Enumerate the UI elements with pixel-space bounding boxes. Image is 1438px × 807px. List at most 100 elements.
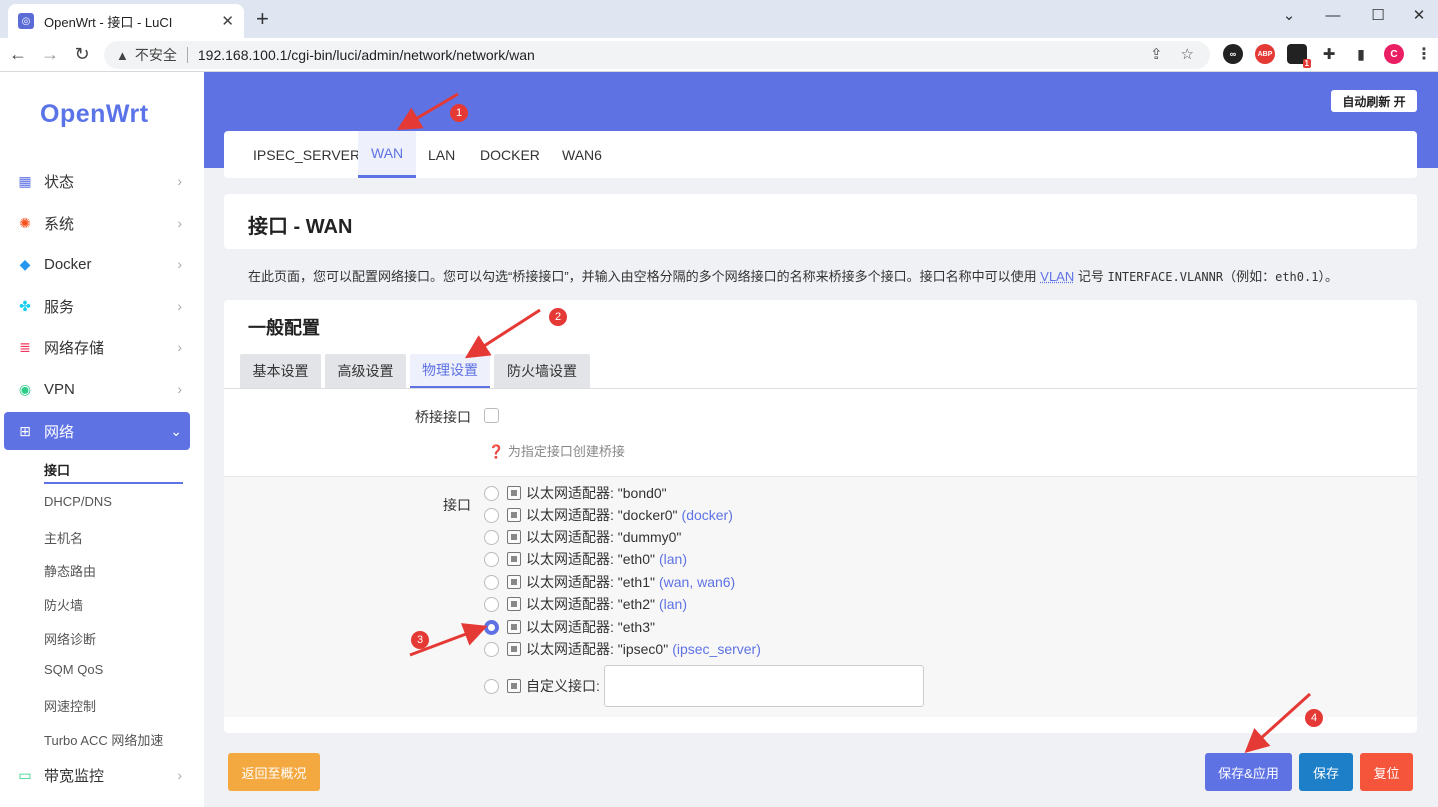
submenu-hostnames[interactable]: 主机名 xyxy=(44,528,83,547)
bridge-hint: ❓ 为指定接口创建桥接 xyxy=(488,441,625,460)
interface-tabs: IPSEC_SERVER WAN LAN DOCKER WAN6 xyxy=(224,131,1417,178)
openwrt-logo[interactable]: OpenWrt xyxy=(40,100,149,129)
auto-refresh-toggle[interactable]: 自动刷新 开 xyxy=(1331,90,1417,112)
submenu-static-routes[interactable]: 静态路由 xyxy=(44,561,96,580)
tab-docker[interactable]: DOCKER xyxy=(467,131,553,178)
interface-option-ipsec0[interactable]: 以太网适配器: "ipsec0" (ipsec_server) xyxy=(484,639,761,659)
submenu-turbo-acc[interactable]: Turbo ACC 网络加速 xyxy=(44,730,163,749)
chevron-right-icon: › xyxy=(177,767,182,783)
option-label: 以太网适配器: "dummy0" xyxy=(526,529,682,545)
radio-eth2[interactable] xyxy=(484,596,499,612)
dashboard-icon: ▦ xyxy=(18,172,32,189)
bookmark-star-icon[interactable]: ☆ xyxy=(1181,45,1194,63)
minimize-button[interactable]: — xyxy=(1310,0,1356,30)
submenu-sqm-qos[interactable]: SQM QoS xyxy=(44,662,103,677)
browser-menu-icon[interactable]: ⋮ xyxy=(1414,44,1434,64)
annotation-badge-2: 2 xyxy=(549,308,567,326)
sidebar-item-label: 服务 xyxy=(44,298,75,316)
sidebar-item-system[interactable]: ✺ 系统 › xyxy=(4,204,190,242)
option-label: 以太网适配器: "eth2" xyxy=(526,596,655,612)
close-window-button[interactable]: ✕ xyxy=(1396,0,1438,30)
back-to-overview-button[interactable]: 返回至概况 xyxy=(228,753,320,791)
ethernet-icon xyxy=(507,620,521,634)
desc-code-example: eth0.1 xyxy=(1275,270,1319,284)
ethernet-icon xyxy=(507,679,521,693)
radio-eth1[interactable] xyxy=(484,574,499,590)
tab-firewall-settings[interactable]: 防火墙设置 xyxy=(494,354,590,388)
interface-label: 接口 xyxy=(443,497,471,513)
interface-option-eth2[interactable]: 以太网适配器: "eth2" (lan) xyxy=(484,594,687,614)
radio-dummy0[interactable] xyxy=(484,529,499,545)
reload-icon[interactable]: ↻ xyxy=(70,44,94,65)
chevron-right-icon: › xyxy=(177,339,182,355)
bridge-checkbox[interactable] xyxy=(484,408,499,423)
forward-arrow-icon[interactable]: → xyxy=(38,44,62,65)
chevron-down-icon: ⌄ xyxy=(170,422,182,439)
ethernet-icon xyxy=(507,575,521,589)
submenu-firewall[interactable]: 防火墙 xyxy=(44,595,83,614)
interface-option-eth3[interactable]: 以太网适配器: "eth3" xyxy=(484,617,655,637)
puzzle-extensions-icon[interactable]: ✚ xyxy=(1319,44,1339,64)
sidebar-item-nas[interactable]: ≣ 网络存储 › xyxy=(4,328,190,366)
sidebar-item-vpn[interactable]: ◉ VPN › xyxy=(4,370,190,408)
interface-option-custom[interactable]: 自定义接口: xyxy=(484,665,924,707)
reset-button[interactable]: 复位 xyxy=(1360,753,1413,791)
interface-option-bond0[interactable]: 以太网适配器: "bond0" xyxy=(484,483,667,503)
interface-option-docker0[interactable]: 以太网适配器: "docker0" (docker) xyxy=(484,505,733,525)
warning-triangle-icon[interactable]: ▲ xyxy=(116,48,129,63)
browser-tab[interactable]: ◎ OpenWrt - 接口 - LuCI ✕ xyxy=(8,4,244,38)
radio-custom[interactable] xyxy=(484,678,499,694)
sidebar-item-network[interactable]: ⊞ 网络 ⌄ xyxy=(4,412,190,450)
interface-option-dummy0[interactable]: 以太网适配器: "dummy0" xyxy=(484,527,681,547)
chevron-right-icon: › xyxy=(177,298,182,314)
save-apply-button[interactable]: 保存&应用 xyxy=(1205,753,1292,791)
tab-search-icon[interactable]: ⌄ xyxy=(1266,0,1312,30)
tab-close-icon[interactable]: ✕ xyxy=(221,12,234,30)
submenu-dhcp-dns[interactable]: DHCP/DNS xyxy=(44,494,112,509)
custom-label: 自定义接口: xyxy=(526,678,600,694)
submenu-interfaces[interactable]: 接口 xyxy=(44,460,70,479)
sidebar-item-status[interactable]: ▦ 状态 › xyxy=(4,162,190,200)
sidebar-item-bandwidth[interactable]: ▭ 带宽监控 › xyxy=(4,756,190,794)
sidebar-item-services[interactable]: ✤ 服务 › xyxy=(4,287,190,325)
tab-physical-settings[interactable]: 物理设置 xyxy=(410,354,490,388)
sidebar-item-docker[interactable]: ◆ Docker › xyxy=(4,245,190,283)
radio-eth3[interactable] xyxy=(484,619,499,635)
tab-ipsec-server[interactable]: IPSEC_SERVER xyxy=(240,131,373,178)
desc-suffix: ）。 xyxy=(1318,269,1338,284)
tab-wan6[interactable]: WAN6 xyxy=(549,131,615,178)
option-network: (lan) xyxy=(658,596,687,612)
save-button[interactable]: 保存 xyxy=(1299,753,1353,791)
new-tab-button[interactable]: + xyxy=(256,6,269,32)
adblock-extension-icon[interactable]: ABP xyxy=(1255,44,1275,64)
option-network: (wan, wan6) xyxy=(658,574,736,590)
url-text[interactable]: 192.168.100.1/cgi-bin/luci/admin/network… xyxy=(198,47,535,63)
interface-row: 接口 以太网适配器: "bond0" 以太网适配器: "docker0" (do… xyxy=(224,476,1417,717)
ethernet-icon xyxy=(507,552,521,566)
infinity-extension-icon[interactable]: ∞ xyxy=(1223,44,1243,64)
url-bar[interactable]: ▲ 不安全 192.168.100.1/cgi-bin/luci/admin/n… xyxy=(104,41,1210,69)
submenu-diagnostics[interactable]: 网络诊断 xyxy=(44,629,96,648)
maximize-button[interactable]: ☐ xyxy=(1355,0,1401,30)
radio-ipsec0[interactable] xyxy=(484,641,499,657)
option-network: (docker) xyxy=(681,507,733,523)
interface-option-eth0[interactable]: 以太网适配器: "eth0" (lan) xyxy=(484,549,687,569)
security-label[interactable]: 不安全 xyxy=(135,45,177,65)
radio-docker0[interactable] xyxy=(484,507,499,523)
tab-advanced-settings[interactable]: 高级设置 xyxy=(325,354,406,388)
interface-option-eth1[interactable]: 以太网适配器: "eth1" (wan, wan6) xyxy=(484,572,735,592)
tab-wan[interactable]: WAN xyxy=(358,131,417,178)
option-label: 以太网适配器: "docker0" xyxy=(526,507,678,523)
profile-avatar[interactable]: C xyxy=(1384,44,1404,64)
back-arrow-icon[interactable]: ← xyxy=(6,44,30,65)
share-icon[interactable]: ⇪ xyxy=(1150,45,1163,63)
side-panel-icon[interactable]: ▮ xyxy=(1351,44,1371,64)
tab-basic-settings[interactable]: 基本设置 xyxy=(240,354,321,388)
custom-interface-input[interactable] xyxy=(603,665,924,707)
submenu-speed-control[interactable]: 网速控制 xyxy=(44,696,96,715)
annotation-badge-1: 1 xyxy=(450,104,468,122)
tab-lan[interactable]: LAN xyxy=(415,131,468,178)
radio-bond0[interactable] xyxy=(484,485,499,501)
radio-eth0[interactable] xyxy=(484,551,499,567)
extension-badge-icon[interactable]: 1 xyxy=(1287,44,1311,68)
